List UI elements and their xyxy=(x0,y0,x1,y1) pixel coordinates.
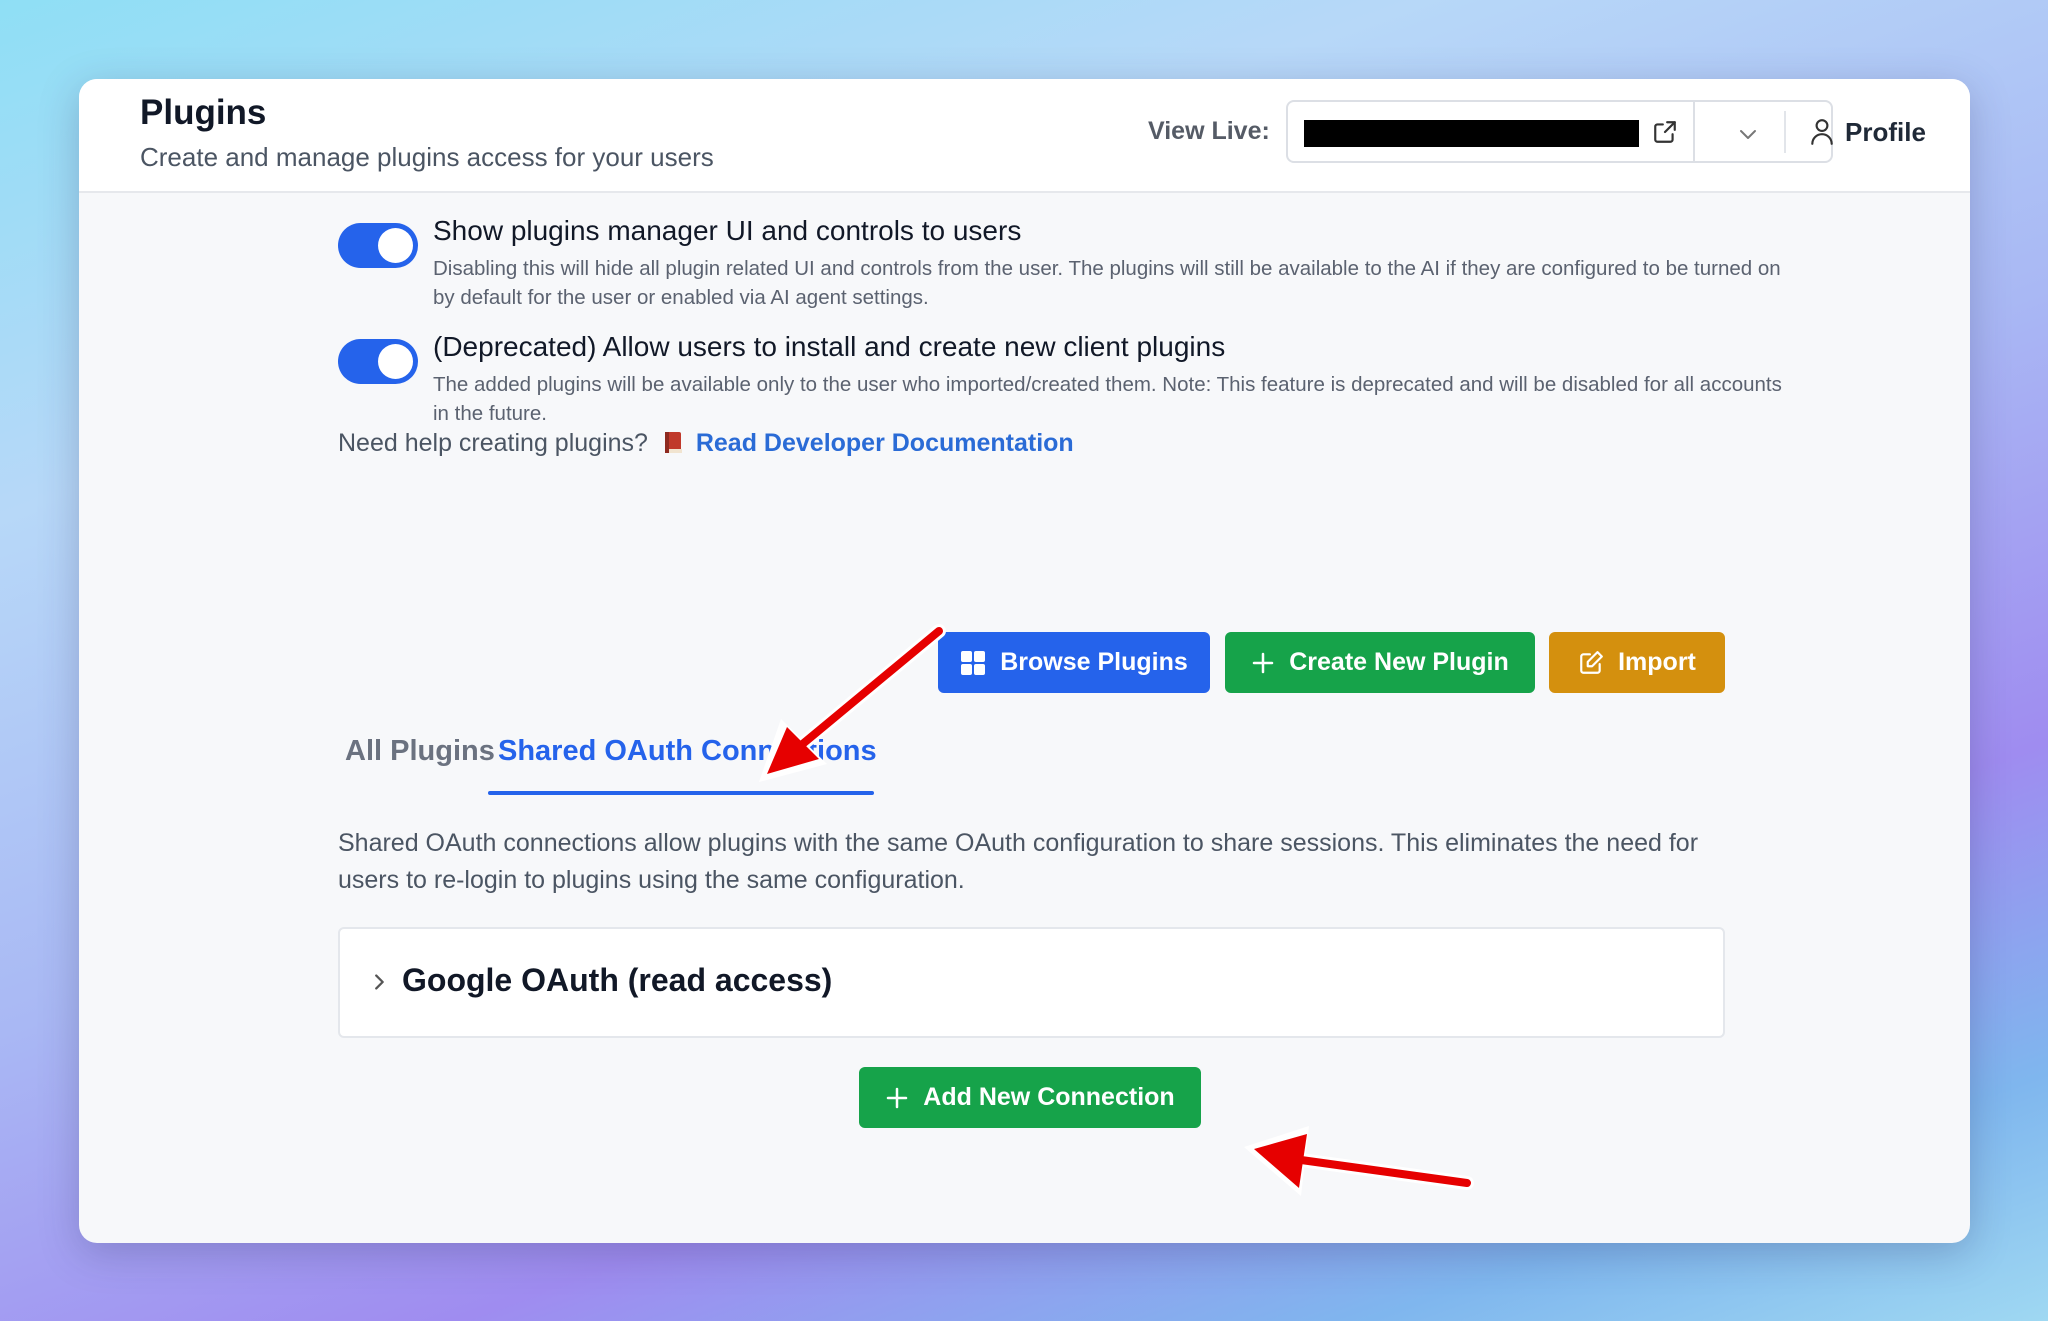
profile-label: Profile xyxy=(1845,116,1926,147)
import-button[interactable]: Import xyxy=(1549,632,1725,693)
header-divider xyxy=(1784,111,1786,153)
grid-icon xyxy=(961,650,986,675)
toggle-knob xyxy=(378,344,413,379)
tab-shared-oauth[interactable]: Shared OAuth Connections xyxy=(498,735,877,768)
edit-icon xyxy=(1580,650,1604,674)
help-text: Need help creating plugins? xyxy=(338,429,648,457)
toggle-knob xyxy=(378,228,413,263)
select-divider xyxy=(1693,102,1695,161)
create-new-plugin-label: Create New Plugin xyxy=(1289,648,1509,676)
page-header: Plugins Create and manage plugins access… xyxy=(79,79,1970,193)
user-icon xyxy=(1811,119,1833,145)
add-new-connection-label: Add New Connection xyxy=(923,1083,1175,1111)
help-row: Need help creating plugins? Read Develop… xyxy=(338,429,1074,458)
external-link-icon[interactable] xyxy=(1652,119,1678,145)
setting-desc-client-plugins: The added plugins will be available only… xyxy=(433,373,1782,425)
create-new-plugin-button[interactable]: Create New Plugin xyxy=(1225,632,1535,693)
app-window: Plugins Create and manage plugins access… xyxy=(79,79,1970,1243)
toggle-show-plugins-ui[interactable] xyxy=(338,223,418,268)
page-title: Plugins xyxy=(140,93,267,132)
connection-item[interactable]: Google OAuth (read access) xyxy=(338,927,1725,1038)
connection-name: Google OAuth (read access) xyxy=(402,962,833,998)
page-subtitle: Create and manage plugins access for you… xyxy=(140,142,714,172)
view-live-select[interactable] xyxy=(1286,100,1833,163)
browse-plugins-button[interactable]: Browse Plugins xyxy=(938,632,1210,693)
browse-plugins-label: Browse Plugins xyxy=(1000,648,1188,676)
chevron-right-icon xyxy=(375,974,384,990)
chevron-down-icon[interactable] xyxy=(1736,122,1760,146)
tab-all-plugins[interactable]: All Plugins xyxy=(345,735,495,768)
active-tab-indicator xyxy=(488,791,874,795)
add-new-connection-button[interactable]: Add New Connection xyxy=(859,1067,1201,1128)
import-label: Import xyxy=(1618,648,1696,676)
view-live-label: View Live: xyxy=(1148,117,1270,145)
plus-icon xyxy=(887,1087,908,1108)
setting-title-show-ui: Show plugins manager UI and controls to … xyxy=(433,215,1022,246)
redacted-url xyxy=(1304,120,1639,147)
developer-docs-link[interactable]: Read Developer Documentation xyxy=(696,429,1074,457)
setting-desc-show-ui: Disabling this will hide all plugin rela… xyxy=(433,257,1781,309)
annotation-arrow-add-connection xyxy=(1244,1126,1474,1196)
plus-icon xyxy=(1253,652,1274,673)
toggle-allow-client-plugins[interactable] xyxy=(338,339,418,384)
profile-button[interactable]: Profile xyxy=(1809,115,1926,149)
setting-title-client-plugins: (Deprecated) Allow users to install and … xyxy=(433,331,1226,362)
shared-oauth-description: Shared OAuth connections allow plugins w… xyxy=(338,829,1699,894)
book-icon xyxy=(664,432,682,453)
annotation-arrow-tab xyxy=(759,624,946,782)
